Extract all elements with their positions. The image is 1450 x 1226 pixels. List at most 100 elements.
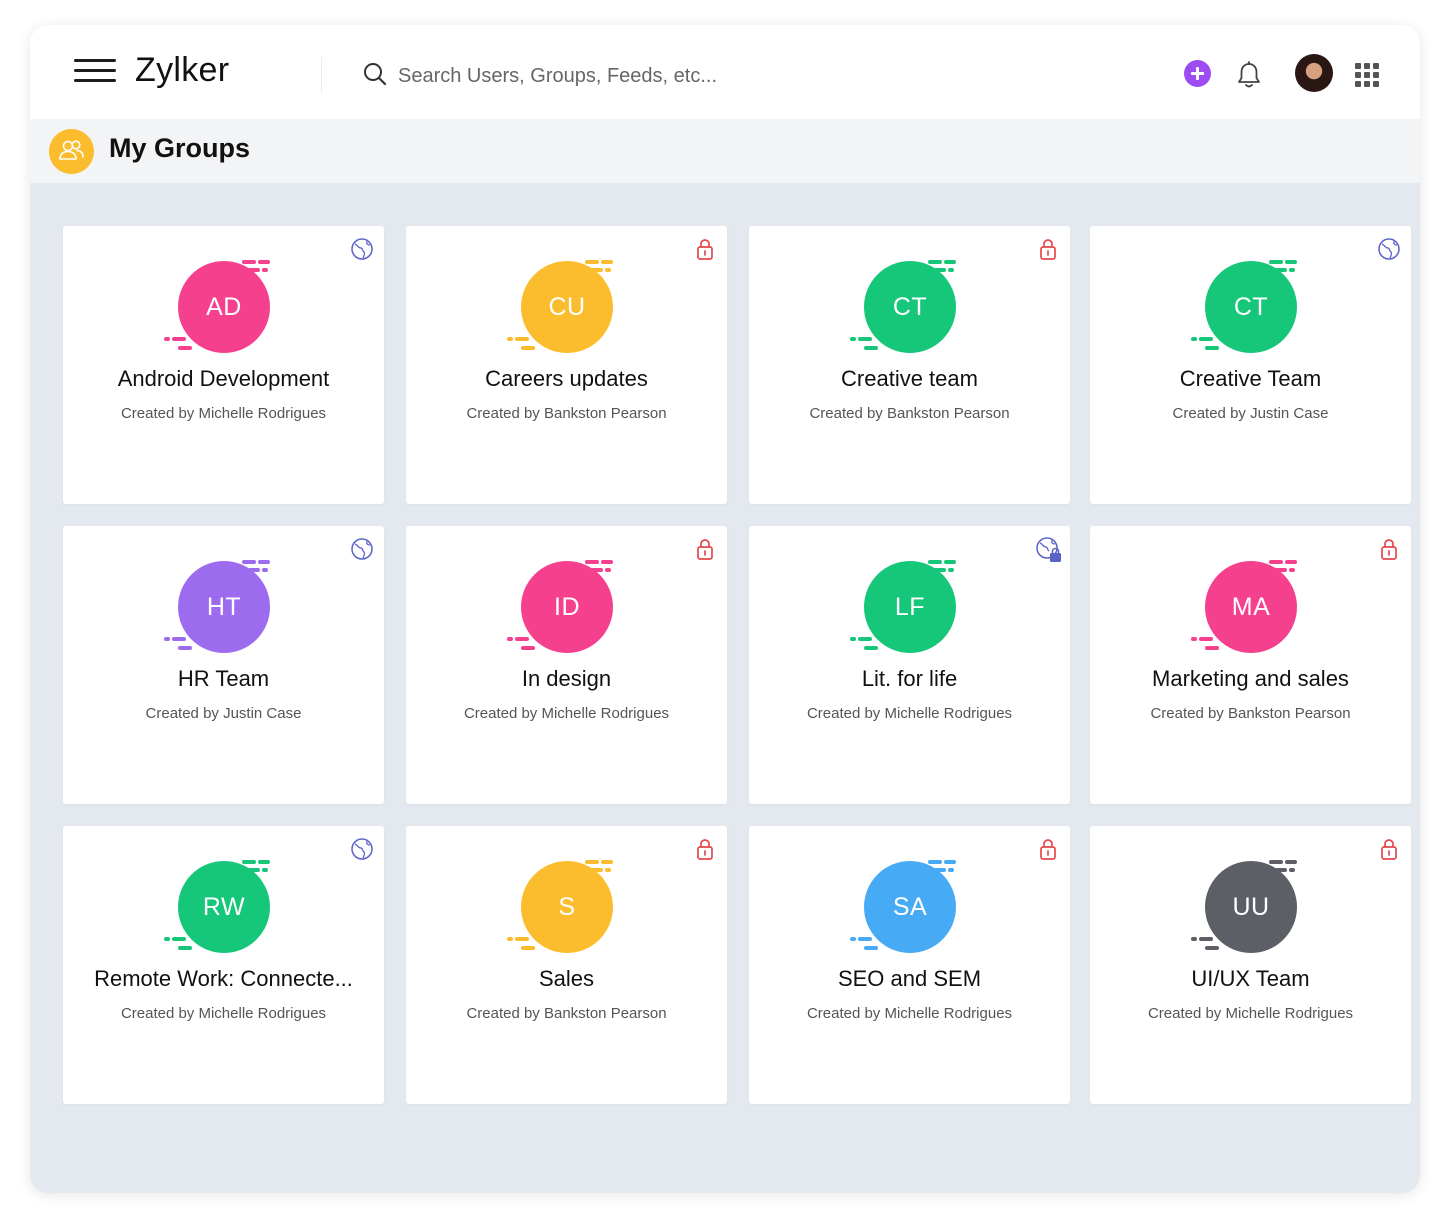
- avatar-dash: [948, 268, 954, 272]
- avatar-dash: [1191, 937, 1197, 941]
- avatar-dash: [1191, 637, 1197, 641]
- bell-icon[interactable]: [1235, 60, 1263, 90]
- avatar-dash: [1285, 560, 1297, 564]
- avatar-dash: [858, 937, 872, 941]
- group-card[interactable]: CT Creative team Created by Bankston Pears…: [749, 226, 1070, 504]
- avatar-dash: [1205, 346, 1219, 350]
- group-name: HR Team: [177, 666, 270, 691]
- group-creator: Created by Michelle Rodrigues: [1147, 1005, 1354, 1022]
- avatar-dash: [1205, 646, 1219, 650]
- avatar-dash: [262, 868, 268, 872]
- group-initials: S: [521, 861, 613, 953]
- group-initials: SA: [864, 861, 956, 953]
- group-name: Marketing and sales: [1152, 666, 1349, 691]
- avatar-dash: [944, 860, 956, 864]
- avatar-dash: [242, 560, 256, 564]
- avatar-dash: [605, 268, 611, 272]
- avatar-dash: [262, 568, 268, 572]
- group-creator: Created by Justin Case: [1172, 405, 1329, 422]
- group-creator: Created by Bankston Pearson: [466, 1005, 667, 1022]
- brand-logo: Zylker: [135, 51, 230, 89]
- user-avatar[interactable]: [1295, 54, 1333, 92]
- avatar-dash: [178, 346, 192, 350]
- avatar-dash: [585, 860, 599, 864]
- avatar-dash: [850, 937, 856, 941]
- group-creator: Created by Michelle Rodrigues: [806, 1005, 1013, 1022]
- search-bar[interactable]: [360, 55, 920, 97]
- avatar-dash: [928, 860, 942, 864]
- avatar-dash: [258, 860, 270, 864]
- avatar-dash: [858, 637, 872, 641]
- group-avatar: CU: [507, 257, 617, 357]
- group-card[interactable]: MA Marketing and sales Created by Bankston…: [1090, 526, 1411, 804]
- group-creator: Created by Justin Case: [145, 705, 302, 722]
- avatar-dash: [172, 337, 186, 341]
- lock-icon: [1035, 836, 1061, 862]
- avatar-dash: [507, 337, 513, 341]
- lock-icon: [692, 236, 718, 262]
- group-avatar: HT: [164, 557, 274, 657]
- avatar-dash: [1289, 868, 1295, 872]
- group-avatar: ID: [507, 557, 617, 657]
- avatar-dash: [521, 946, 535, 950]
- avatar-dash: [864, 946, 878, 950]
- avatar-dash: [1269, 560, 1283, 564]
- group-card[interactable]: HT HR Team Created by Justin Case: [63, 526, 384, 804]
- avatar-dash: [601, 860, 613, 864]
- avatar-dash: [864, 346, 878, 350]
- group-name: Creative team: [841, 366, 978, 391]
- group-card[interactable]: AD Android Development Created by Michelle…: [63, 226, 384, 504]
- avatar-dash: [507, 637, 513, 641]
- search-icon: [364, 63, 387, 86]
- avatar-dash: [850, 637, 856, 641]
- globe-icon: [349, 536, 375, 562]
- search-input[interactable]: [396, 55, 900, 97]
- avatar-dash: [262, 268, 268, 272]
- group-initials: CT: [864, 261, 956, 353]
- group-creator: Created by Bankston Pearson: [809, 405, 1010, 422]
- group-card[interactable]: S Sales Created by Bankston Pearson: [406, 826, 727, 1104]
- group-name: Lit. for life: [861, 666, 958, 691]
- avatar-dash: [1191, 337, 1197, 341]
- lock-icon: [692, 836, 718, 862]
- group-name: Careers updates: [485, 366, 648, 391]
- group-card[interactable]: CT Creative Team Created by Justin Case: [1090, 226, 1411, 504]
- add-button[interactable]: [1184, 60, 1211, 87]
- group-card[interactable]: UU UI/UX Team Created by Michelle Rodrigue…: [1090, 826, 1411, 1104]
- avatar-dash: [601, 560, 613, 564]
- avatar-dash: [1289, 568, 1295, 572]
- groups-icon: [49, 129, 94, 174]
- apps-grid-icon[interactable]: [1355, 63, 1379, 87]
- globe-lock-icon: [1035, 536, 1061, 562]
- avatar-dash: [515, 937, 529, 941]
- group-creator: Created by Michelle Rodrigues: [806, 705, 1013, 722]
- avatar-dash: [521, 346, 535, 350]
- group-card[interactable]: LF Lit. for life Created by Michelle Rodri…: [749, 526, 1070, 804]
- group-card[interactable]: RW Remote Work: Connecte... Created by Mic…: [63, 826, 384, 1104]
- group-initials: HT: [178, 561, 270, 653]
- avatar-dash: [928, 560, 942, 564]
- group-name: In design: [521, 666, 612, 691]
- group-avatar: MA: [1191, 557, 1301, 657]
- avatar-dash: [1205, 946, 1219, 950]
- group-avatar: AD: [164, 257, 274, 357]
- group-name: Sales: [538, 966, 595, 991]
- group-initials: UU: [1205, 861, 1297, 953]
- group-name: UI/UX Team: [1191, 966, 1310, 991]
- avatar-dash: [178, 946, 192, 950]
- avatar-dash: [605, 868, 611, 872]
- avatar-dash: [164, 637, 170, 641]
- group-card[interactable]: CU Careers updates Created by Bankston Pea…: [406, 226, 727, 504]
- group-initials: CT: [1205, 261, 1297, 353]
- group-initials: RW: [178, 861, 270, 953]
- menu-icon[interactable]: [74, 57, 116, 85]
- avatar-dash: [515, 337, 529, 341]
- group-creator: Created by Bankston Pearson: [466, 405, 667, 422]
- group-card[interactable]: ID In design Created by Michelle Rodrigues: [406, 526, 727, 804]
- avatar-dash: [928, 260, 942, 264]
- group-card[interactable]: SA SEO and SEM Created by Michelle Rodrigu…: [749, 826, 1070, 1104]
- group-name: SEO and SEM: [837, 966, 982, 991]
- avatar-dash: [585, 560, 599, 564]
- app-window: Zylker Search Users, Groups, Feeds, etc.…: [30, 25, 1420, 1193]
- group-initials: CU: [521, 261, 613, 353]
